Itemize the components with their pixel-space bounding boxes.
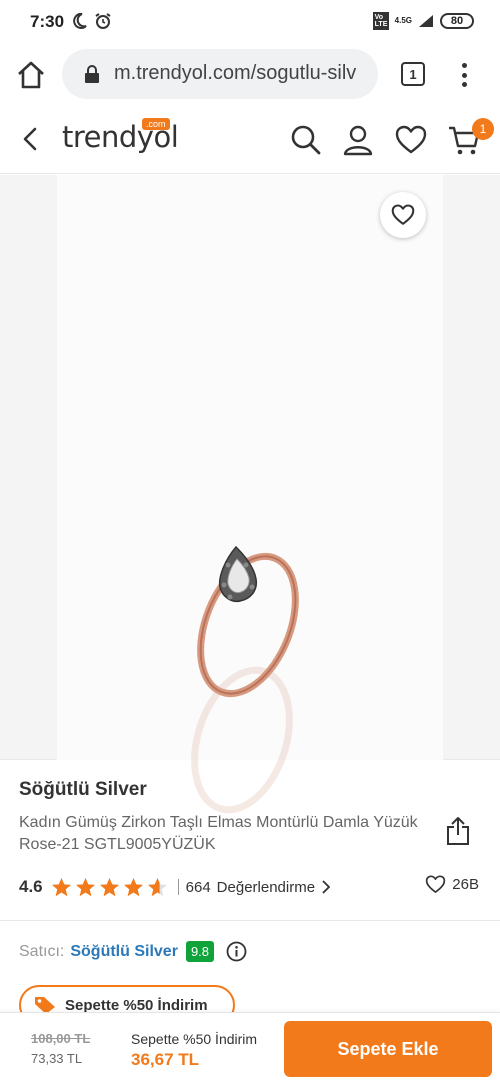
ring-image (191, 545, 299, 814)
original-price: 108,00 TL (31, 1031, 91, 1046)
product-image-area[interactable] (0, 175, 500, 814)
tab-count: 1 (409, 66, 417, 82)
battery-level: 80 (450, 15, 464, 27)
add-to-cart-label: Sepete Ekle (337, 1038, 439, 1059)
status-time: 7:30 (30, 12, 65, 31)
seller-label: Satıcı: (19, 942, 65, 960)
browser-toolbar: m.trendyol.com/sogutlu-silv 1 (0, 44, 500, 104)
bottom-purchase-bar: 108,00 TL 73,33 TL Sepette %50 İndirim 3… (0, 1012, 500, 1083)
seller-name-link[interactable]: Söğütlü Silver (70, 943, 178, 961)
promo-label: Sepette %50 İndirim (65, 996, 208, 1014)
add-to-favorites-button[interactable] (380, 192, 426, 238)
lock-icon (85, 65, 99, 83)
add-to-cart-button[interactable]: Sepete Ekle (284, 1021, 492, 1077)
signal-icon (419, 15, 433, 27)
favorite-count[interactable]: 26B (425, 875, 479, 894)
share-icon[interactable] (446, 816, 470, 846)
search-icon[interactable] (290, 124, 322, 156)
star-icon (51, 877, 71, 896)
favorite-count-value: 26B (452, 876, 479, 893)
rating-value: 4.6 (19, 877, 43, 896)
rating-stars (51, 877, 168, 898)
status-icons-left (72, 12, 112, 30)
product-title: Kadın Gümüş Zirkon Taşlı Elmas Montürlü … (19, 814, 418, 853)
volte-icon: Vo LTE (372, 12, 389, 30)
brand-name[interactable]: Söğütlü Silver (19, 779, 147, 801)
network-label: 4.5G (394, 16, 412, 25)
cart-badge: 1 (472, 118, 494, 140)
tab-switcher-button[interactable]: 1 (401, 62, 425, 86)
seller-row: Satıcı: Söğütlü Silver 9.8 (19, 941, 247, 962)
star-icon (123, 877, 143, 896)
separator (177, 879, 179, 895)
back-arrow-icon[interactable] (18, 126, 44, 152)
star-icon (147, 877, 167, 896)
basket-discount-label: Sepette %50 İndirim (131, 1031, 258, 1047)
status-icons-right: Vo LTE 4.5G 80 (372, 12, 474, 30)
chevron-right-icon (322, 880, 331, 894)
star-icon (99, 877, 119, 896)
battery-icon: 80 (440, 13, 474, 29)
final-price: 36,67 TL (131, 1050, 200, 1069)
url-bar[interactable]: m.trendyol.com/sogutlu-silv (62, 49, 378, 99)
moon-icon (73, 12, 87, 29)
more-menu-icon[interactable] (457, 60, 471, 90)
app-header: trendyol .com 1 (0, 104, 500, 174)
discounted-price: 73,33 TL (31, 1051, 83, 1066)
divider (0, 920, 500, 921)
logo-com-badge: .com (142, 118, 170, 130)
review-label: Değerlendirme (216, 878, 316, 896)
rating-row: 4.6 664 Değerlendirme 26B (19, 875, 489, 899)
star-icon (75, 877, 95, 896)
reviews-link[interactable]: 664 Değerlendirme (186, 879, 331, 896)
status-bar: 7:30 Vo LTE 4.5G 80 (0, 0, 500, 44)
heart-icon (391, 204, 415, 225)
alarm-icon (95, 13, 111, 29)
heart-outline-icon (426, 875, 446, 893)
trendyol-logo[interactable]: trendyol .com (62, 118, 179, 160)
review-count: 664 (185, 878, 211, 896)
seller-score-badge: 9.8 (185, 941, 215, 962)
user-icon[interactable] (342, 124, 374, 156)
home-icon[interactable] (14, 58, 48, 92)
url-text: m.trendyol.com/sogutlu-silv (114, 62, 357, 84)
heart-icon[interactable] (395, 124, 427, 156)
info-icon[interactable] (226, 941, 247, 962)
